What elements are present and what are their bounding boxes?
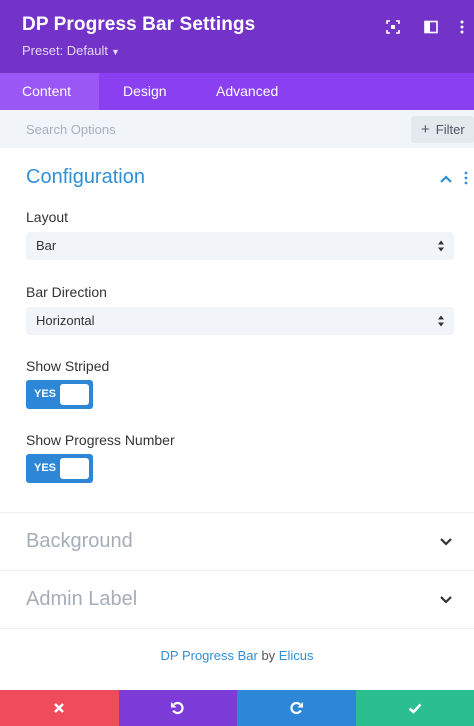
background-section-toggle[interactable]: Background <box>26 530 133 553</box>
show-striped-toggle[interactable]: YES <box>26 380 93 409</box>
select-arrows-icon <box>438 240 444 252</box>
chevron-down-icon[interactable] <box>439 595 453 605</box>
show-progress-number-toggle[interactable]: YES <box>26 454 93 483</box>
layout-select[interactable]: Bar <box>26 232 454 260</box>
redo-button[interactable] <box>237 690 356 726</box>
plus-icon: + <box>421 121 430 138</box>
show-progress-number-label: Show Progress Number <box>26 432 175 448</box>
cancel-button[interactable] <box>0 690 119 726</box>
tab-design[interactable]: Design <box>101 73 189 110</box>
toggle-knob <box>60 384 89 405</box>
more-icon[interactable] <box>454 19 470 35</box>
close-icon <box>54 703 65 713</box>
modal-title: DP Progress Bar Settings <box>22 14 256 35</box>
section-more-icon[interactable] <box>464 171 468 185</box>
modal-header: DP Progress Bar Settings Preset: Default… <box>0 0 474 73</box>
split-view-icon[interactable] <box>423 19 439 35</box>
save-button[interactable] <box>355 690 474 726</box>
admin-label-section-toggle[interactable]: Admin Label <box>26 588 137 611</box>
configuration-toggle[interactable]: Configuration <box>26 166 145 189</box>
settings-tabs: Content Design Advanced <box>0 73 474 110</box>
module-credit: DP Progress Bar by Elicus <box>0 648 474 663</box>
bar-direction-value: Horizontal <box>36 313 95 328</box>
preset-label: Preset: Default <box>22 43 108 58</box>
undo-button[interactable] <box>118 690 237 726</box>
toggle-state: YES <box>34 462 57 474</box>
preset-selector[interactable]: Preset: Default ▼ <box>22 43 120 58</box>
select-arrows-icon <box>438 315 444 327</box>
check-icon <box>408 703 422 714</box>
divider <box>0 570 474 571</box>
bar-direction-label: Bar Direction <box>26 284 107 300</box>
toggle-state: YES <box>34 388 57 400</box>
layout-label: Layout <box>26 209 69 225</box>
redo-icon <box>290 701 303 715</box>
undo-icon <box>171 701 184 715</box>
chevron-up-icon[interactable] <box>439 174 453 184</box>
caret-down-icon: ▼ <box>111 47 120 57</box>
show-striped-label: Show Striped <box>26 358 110 374</box>
tab-content[interactable]: Content <box>0 73 99 110</box>
filter-label: Filter <box>435 122 465 137</box>
module-link[interactable]: DP Progress Bar <box>161 648 258 663</box>
divider <box>0 628 474 629</box>
search-bar: Search Options + Filter <box>0 110 474 148</box>
author-link[interactable]: Elicus <box>279 648 314 663</box>
expand-icon[interactable] <box>385 19 401 35</box>
credit-by: by <box>261 648 276 663</box>
toggle-knob <box>60 458 89 479</box>
bar-direction-select[interactable]: Horizontal <box>26 307 454 335</box>
chevron-down-icon[interactable] <box>439 537 453 547</box>
tab-advanced[interactable]: Advanced <box>194 73 300 110</box>
layout-value: Bar <box>36 238 57 253</box>
action-bar <box>0 690 474 726</box>
search-input[interactable]: Search Options <box>26 122 116 137</box>
filter-button[interactable]: + Filter <box>411 116 474 143</box>
divider <box>0 512 474 513</box>
